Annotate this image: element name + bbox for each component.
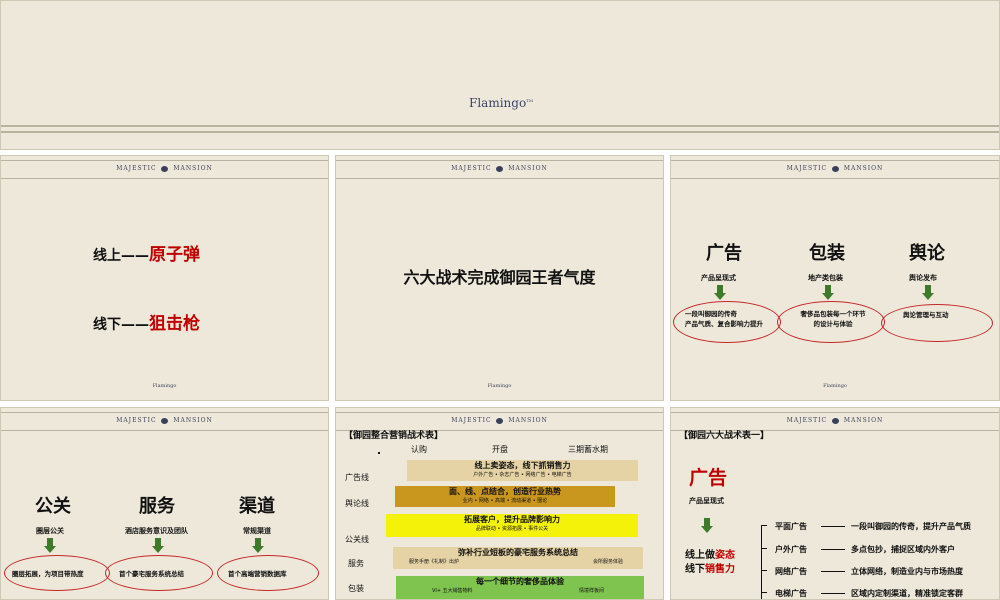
slide-tactics-table[interactable]: MAJESTIC MANSION 【御园整合营销战术表】 认购 开盘 三期蓄水期…	[335, 407, 664, 600]
down-arrow-icon	[714, 285, 726, 300]
slide-top-line	[671, 160, 999, 161]
ad-main-line2: 线下销售力	[685, 564, 735, 575]
col-title-service: 服务	[139, 496, 175, 517]
ad-item-desc: 立体网络，制造业内与市场热度	[851, 567, 963, 576]
bracket-tick	[761, 525, 767, 526]
slide-ad-pack-opinion[interactable]: MAJESTIC MANSION 广告 包装 舆论 产品呈现式 地产类包装 舆论…	[670, 155, 1000, 401]
slide-footer-logo: Flamingo	[823, 383, 847, 389]
line-offline: 线下——狙击枪	[93, 314, 200, 334]
slide-online-offline[interactable]: MAJESTIC MANSION 线上——原子弹 线下——狙击枪 Flaming…	[0, 155, 329, 401]
col-sub-pr: 圈层公关	[36, 527, 64, 535]
col-sub-ad: 产品呈现式	[701, 274, 736, 282]
slide-header-line	[1, 178, 328, 179]
bracket-line	[761, 525, 762, 599]
col-title-ad: 广告	[706, 243, 742, 264]
slide-header-logo: MAJESTIC MANSION	[451, 417, 548, 424]
col-title-channel: 渠道	[239, 496, 275, 517]
ad-item-label: 平面广告	[775, 522, 807, 531]
tactic-bar-pr: 拓展客户，提升品牌影响力 品牌联动 • 资源拓展 • 事件公关	[386, 514, 638, 537]
col-title-pack: 包装	[809, 243, 845, 264]
ad-item-dash	[821, 526, 845, 527]
phase-label: 开盘	[492, 445, 508, 454]
ad-item-dash	[821, 549, 845, 550]
cover-logo: FlamingoTM	[469, 96, 533, 110]
col-sub-channel: 常规渠道	[243, 527, 271, 535]
slide-header-line	[671, 178, 999, 179]
row-label: 公关线	[345, 535, 369, 544]
ad-item-dash	[821, 593, 845, 594]
tactic-bar-pack: 每一个细节的奢侈品体验 VI+ 五大销售物料 情境样板间	[396, 576, 644, 599]
slide-header-line	[1, 430, 328, 431]
slide-title: 【御园整合营销战术表】	[344, 431, 444, 441]
col-sub-opinion: 舆论发布	[909, 274, 937, 282]
slide-header-logo: MAJESTIC MANSION	[451, 165, 548, 172]
slide-top-line	[1, 412, 328, 413]
slide-top-line	[1, 160, 328, 161]
ad-item-label: 网络广告	[775, 567, 807, 576]
down-arrow-icon	[252, 538, 264, 553]
slide-top-line	[336, 412, 663, 413]
col-title-pr: 公关	[35, 496, 71, 517]
slide-footer-logo: Flamingo	[487, 383, 512, 389]
col-title-opinion: 舆论	[909, 243, 945, 264]
ad-item-desc: 区域内定制渠道，精准锁定客群	[851, 589, 963, 598]
down-arrow-icon	[44, 538, 56, 553]
bracket-tick	[761, 570, 767, 571]
slide-header-logo: MAJESTIC MANSION	[116, 165, 213, 172]
tactic-bar-ad: 线上卖姿态，线下抓销售力 户外广告 • 杂志广告 • 网络广告 • 电梯广告	[407, 460, 638, 481]
slide-header-logo: MAJESTIC MANSION	[786, 417, 884, 424]
timeline-dot	[378, 452, 380, 454]
cover-stripe-2	[1, 131, 999, 133]
ad-item-desc: 多点包抄，捕捉区域内外客户	[851, 545, 955, 554]
down-arrow-icon	[152, 538, 164, 553]
down-arrow-icon	[822, 285, 834, 300]
phase-label: 认购	[411, 445, 427, 454]
slide-header-line	[336, 178, 663, 179]
ad-item-dash	[821, 571, 845, 572]
slide-six-tactics[interactable]: MAJESTIC MANSION 六大战术完成御园王者气度 Flamingo	[335, 155, 664, 401]
slide-ad-tactics[interactable]: MAJESTIC MANSION 【御园六大战术表一】 广告 产品呈现式 线上做…	[670, 407, 1000, 600]
down-arrow-icon	[701, 518, 713, 533]
ad-item-desc: 一段叫御园的传奇，提升产品气质	[851, 522, 971, 531]
col-desc-pr: 圈层拓展，为项目带热度	[12, 570, 84, 578]
tactic-bar-service: 弥补行业短板的豪宅服务系统总结 服务手册《礼制》出炉 会所服务体验	[393, 547, 643, 569]
slide-title: 六大战术完成御园王者气度	[403, 268, 596, 287]
bracket-tick	[761, 592, 767, 593]
col-desc-opinion: 舆论管理与互动	[903, 311, 949, 319]
col-sub-pack: 地产类包装	[808, 274, 843, 282]
slide-header-logo: MAJESTIC MANSION	[786, 165, 884, 172]
slide-cover[interactable]: FlamingoTM	[0, 0, 1000, 150]
phase-label: 三期蓄水期	[568, 445, 608, 454]
row-label: 舆论线	[345, 499, 369, 508]
col-desc-service: 首个豪宅服务系统总结	[119, 570, 184, 578]
col-desc-ad: 一段叫御园的传奇 产品气质、复合影响力提升	[685, 310, 763, 328]
line-online: 线上——原子弹	[93, 245, 200, 265]
slide-header-logo: MAJESTIC MANSION	[116, 417, 213, 424]
col-sub-service: 酒店服务意识及团队	[125, 527, 188, 535]
ad-heading: 广告	[689, 467, 728, 489]
col-desc-channel: 首个高端营销数据库	[228, 570, 287, 578]
row-label: 广告线	[345, 473, 369, 482]
down-arrow-icon	[922, 285, 934, 300]
ad-main-line1: 线上做姿态	[685, 550, 735, 561]
slide-footer-logo: Flamingo	[152, 383, 177, 389]
slide-top-line	[336, 160, 663, 161]
cover-stripe-1	[1, 125, 999, 127]
col-desc-pack: 奢侈品包装每一个环节 的设计与体验	[800, 310, 866, 328]
ad-item-label: 户外广告	[775, 545, 807, 554]
row-label: 包装	[348, 584, 364, 593]
ad-item-label: 电梯广告	[775, 589, 807, 598]
slide-top-line	[671, 412, 999, 413]
bracket-tick	[761, 548, 767, 549]
row-label: 服务	[348, 559, 364, 568]
slide-title: 【御园六大战术表一】	[679, 431, 770, 441]
ad-sub: 产品呈现式	[689, 497, 724, 505]
slide-pr-service-channel[interactable]: MAJESTIC MANSION 公关 服务 渠道 圈层公关 酒店服务意识及团队…	[0, 407, 329, 600]
tactic-bar-opinion: 面、线、点结合，创造行业热势 业内 • 网络 • 高端 • 流动渠道 • 圈论	[395, 486, 615, 507]
